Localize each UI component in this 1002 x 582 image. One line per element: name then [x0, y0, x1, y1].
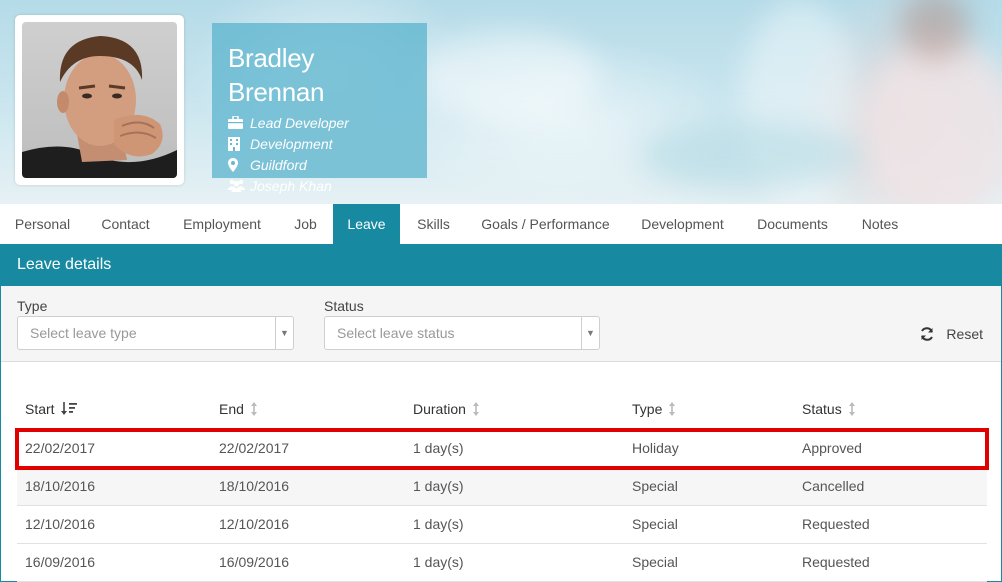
type-filter-label: Type	[17, 298, 48, 314]
sort-icon[interactable]	[472, 402, 480, 416]
table-row[interactable]: 12/10/2016 12/10/2016 1 day(s) Special R…	[17, 506, 987, 544]
avatar	[22, 22, 177, 178]
map-marker-icon	[228, 157, 250, 172]
table-row[interactable]: 16/09/2016 16/09/2016 1 day(s) Special R…	[17, 544, 987, 582]
profile-card: Bradley Brennan Lead Developer Developme…	[212, 23, 427, 194]
refresh-icon	[920, 327, 934, 341]
chevron-down-icon[interactable]: ▼	[581, 317, 599, 349]
leave-filters: Type Select leave type ▼ Status Select l…	[1, 286, 1001, 362]
profile-location: Guildford	[228, 154, 411, 175]
sort-icon[interactable]	[668, 402, 676, 416]
table-header: Start End Duration Type Status	[17, 390, 987, 430]
profile-banner: Bradley Brennan Lead Developer Developme…	[0, 0, 1002, 204]
leave-type-select[interactable]: Select leave type ▼	[17, 316, 294, 350]
profile-manager: Joseph Khan	[228, 175, 411, 196]
sort-icon[interactable]	[848, 402, 856, 416]
profile-tabs: Personal Contact Employment Job Leave Sk…	[0, 204, 1002, 244]
leave-details-panel: Leave details Type Select leave type ▼ S…	[0, 244, 1002, 582]
sort-descending-icon[interactable]	[60, 402, 77, 416]
leave-status-select[interactable]: Select leave status ▼	[324, 316, 600, 350]
profile-department: Development	[228, 133, 411, 154]
status-filter-label: Status	[324, 298, 364, 314]
table-row[interactable]: 18/10/2016 18/10/2016 1 day(s) Special C…	[17, 468, 987, 506]
profile-job-title: Lead Developer	[228, 112, 411, 133]
profile-name: Bradley Brennan	[228, 43, 325, 107]
column-header-type[interactable]: Type	[624, 390, 794, 428]
panel-title: Leave details	[1, 244, 1001, 286]
column-header-duration[interactable]: Duration	[405, 390, 624, 428]
reset-button[interactable]: Reset	[920, 326, 983, 342]
tab-leave[interactable]: Leave	[333, 204, 400, 244]
tab-documents[interactable]: Documents	[741, 204, 844, 244]
tab-skills[interactable]: Skills	[400, 204, 467, 244]
tab-notes[interactable]: Notes	[844, 204, 916, 244]
leave-table: Start End Duration Type Status 22/02/201…	[15, 390, 989, 582]
tab-personal[interactable]: Personal	[0, 204, 85, 244]
tab-goals-performance[interactable]: Goals / Performance	[467, 204, 624, 244]
briefcase-icon	[228, 116, 250, 129]
column-header-end[interactable]: End	[211, 390, 405, 428]
tab-development[interactable]: Development	[624, 204, 741, 244]
users-icon	[228, 179, 250, 192]
building-icon	[228, 136, 250, 151]
table-row[interactable]: 22/02/2017 22/02/2017 1 day(s) Holiday A…	[15, 428, 989, 470]
tab-job[interactable]: Job	[278, 204, 333, 244]
sort-icon[interactable]	[250, 402, 258, 416]
chevron-down-icon[interactable]: ▼	[275, 317, 293, 349]
column-header-status[interactable]: Status	[794, 390, 987, 428]
avatar-frame	[15, 15, 184, 185]
tab-employment[interactable]: Employment	[166, 204, 278, 244]
column-header-start[interactable]: Start	[17, 390, 211, 428]
tab-contact[interactable]: Contact	[85, 204, 166, 244]
